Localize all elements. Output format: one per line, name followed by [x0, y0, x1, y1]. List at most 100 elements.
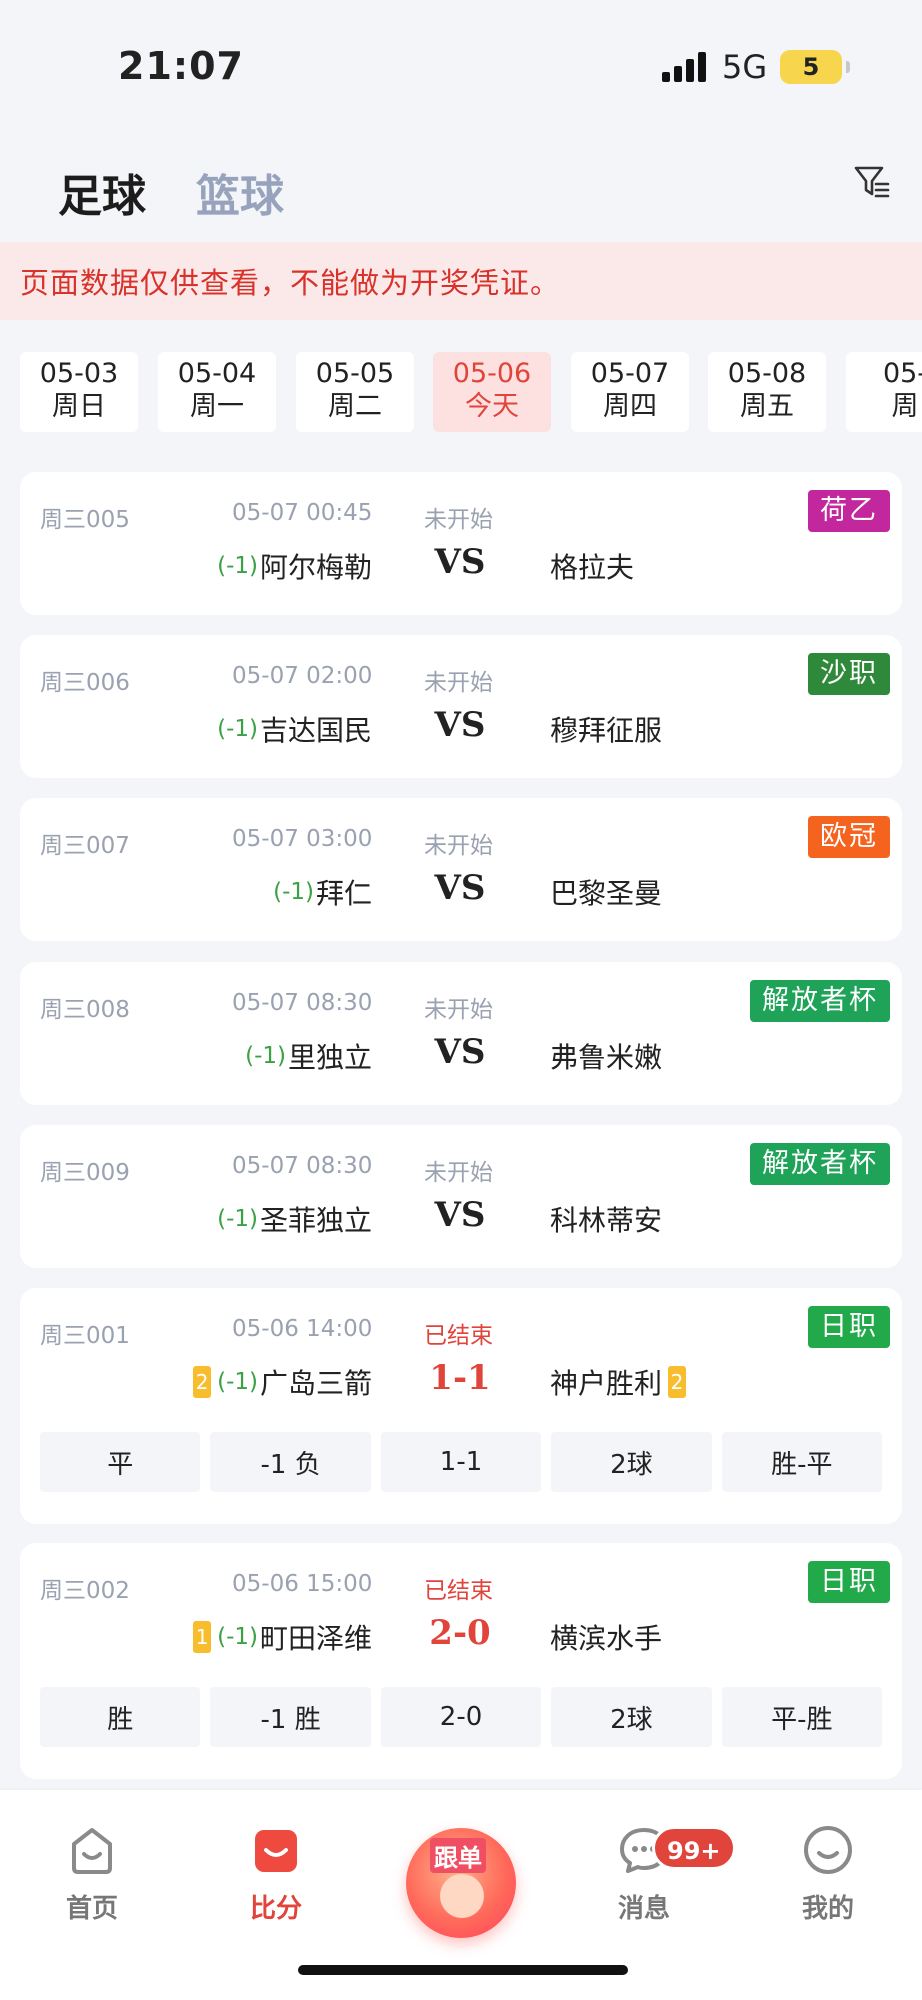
- result-cell: -1 负: [210, 1432, 371, 1492]
- match-code: 周三001: [40, 1323, 130, 1349]
- date-item[interactable]: 05-07 周四: [571, 352, 689, 432]
- weekday-label: 周五: [740, 391, 794, 422]
- home-team-name: 拜仁: [315, 877, 372, 910]
- nav-label: 消息: [617, 1894, 670, 1924]
- match-card[interactable]: 周三007 05-07 03:00 未开始 欧冠 (-1) 拜仁 VS 巴黎圣曼: [20, 798, 902, 941]
- handicap: (-1): [217, 1369, 258, 1395]
- result-cell: 平: [40, 1432, 201, 1492]
- match-time: 05-07 08:30: [232, 1153, 373, 1179]
- home-team: (-1) 阿尔梅勒: [217, 546, 372, 586]
- status-time: 21:07: [118, 44, 244, 88]
- nav-label: 首页: [65, 1894, 118, 1924]
- profile-icon: [804, 1826, 852, 1874]
- date-item[interactable]: 05-05 周二: [296, 352, 414, 432]
- tab-football[interactable]: 足球: [58, 160, 146, 224]
- away-team: 巴黎圣曼: [550, 872, 662, 912]
- home-team-name: 圣菲独立: [259, 1204, 372, 1237]
- result-cell: 2球: [551, 1432, 712, 1492]
- handicap: (-1): [245, 1043, 286, 1069]
- away-team: 弗鲁米嫩: [550, 1036, 662, 1076]
- status-bar: 21:07 5G 5: [0, 0, 922, 120]
- battery-icon: 5: [780, 50, 842, 84]
- match-card[interactable]: 周三002 05-06 15:00 已结束 日职 1 (-1) 町田泽维 2-0 横…: [20, 1543, 902, 1779]
- match-time: 05-06 15:00: [232, 1571, 373, 1597]
- home-team: (-1) 拜仁: [273, 872, 372, 912]
- handicap: (-1): [217, 1206, 258, 1232]
- tab-basketball[interactable]: 篮球: [196, 160, 284, 224]
- home-team: (-1) 里独立: [245, 1036, 372, 1076]
- match-code: 周三005: [40, 507, 130, 533]
- match-code: 周三009: [40, 1160, 130, 1186]
- date-item[interactable]: 05-04 周一: [158, 352, 276, 432]
- weekday-label: 周二: [328, 391, 382, 422]
- home-team: (-1) 吉达国民: [217, 709, 372, 749]
- nav-label: 比分: [249, 1894, 302, 1924]
- away-team: 穆拜征服: [550, 709, 662, 749]
- nav-label: 我的: [801, 1894, 854, 1924]
- match-card[interactable]: 周三006 05-07 02:00 未开始 沙职 (-1) 吉达国民 VS 穆拜征…: [20, 635, 902, 778]
- match-vs: VS: [434, 542, 486, 582]
- date-item[interactable]: 05-08 周五: [708, 352, 826, 432]
- result-cell: 胜: [40, 1687, 201, 1747]
- match-vs: VS: [434, 705, 486, 745]
- match-status: 未开始: [424, 833, 493, 859]
- weekday-label: 周一: [190, 391, 244, 422]
- date-label: 05-03: [39, 358, 119, 389]
- battery-cap: [846, 61, 850, 73]
- match-vs: VS: [434, 868, 486, 908]
- home-team: (-1) 圣菲独立: [217, 1199, 372, 1239]
- match-card[interactable]: 周三005 05-07 00:45 未开始 荷乙 (-1) 阿尔梅勒 VS 格拉夫: [20, 472, 902, 615]
- date-item[interactable]: 05-周: [846, 352, 922, 432]
- weekday-label: 周: [891, 391, 919, 422]
- filter-icon[interactable]: [852, 162, 892, 202]
- home-team: 2 (-1) 广岛三箭: [193, 1362, 372, 1402]
- date-label: 05-07: [590, 358, 670, 389]
- home-team-name: 吉达国民: [259, 714, 372, 747]
- away-team-name: 弗鲁米嫩: [550, 1041, 663, 1074]
- match-time: 05-07 00:45: [232, 500, 373, 526]
- league-badge: 解放者杯: [750, 980, 890, 1022]
- nav-score[interactable]: 比分: [216, 1822, 336, 1925]
- match-card[interactable]: 周三009 05-07 08:30 未开始 解放者杯 (-1) 圣菲独立 VS 科…: [20, 1125, 902, 1268]
- home-rank-badge: 2: [193, 1366, 212, 1398]
- match-vs: VS: [434, 1032, 486, 1072]
- follow-mascot-button[interactable]: 跟单: [406, 1828, 516, 1938]
- home-rank-badge: 1: [193, 1621, 212, 1653]
- date-label: 05-06: [452, 358, 532, 389]
- match-vs: VS: [434, 1195, 486, 1235]
- away-team: 横滨水手: [550, 1617, 662, 1657]
- date-item[interactable]: 05-03 周日: [20, 352, 138, 432]
- home-icon: [72, 1828, 112, 1874]
- match-time: 05-06 14:00: [232, 1316, 373, 1342]
- match-code: 周三002: [40, 1578, 130, 1604]
- league-badge: 荷乙: [808, 490, 890, 532]
- nav-home[interactable]: 首页: [32, 1822, 152, 1925]
- away-team-name: 神户胜利: [550, 1367, 663, 1400]
- sport-tabs-header: 足球 篮球: [0, 120, 922, 240]
- match-time: 05-07 08:30: [232, 990, 373, 1016]
- match-code: 周三007: [40, 833, 130, 859]
- away-team-name: 横滨水手: [550, 1622, 663, 1655]
- date-label: 05-08: [727, 358, 807, 389]
- result-cell: 2球: [551, 1687, 712, 1747]
- match-card[interactable]: 周三008 05-07 08:30 未开始 解放者杯 (-1) 里独立 VS 弗鲁…: [20, 962, 902, 1105]
- date-item-today[interactable]: 05-06 今天: [433, 352, 551, 432]
- match-status: 未开始: [424, 997, 493, 1023]
- home-team-name: 町田泽维: [259, 1622, 372, 1655]
- away-team: 科林蒂安: [550, 1199, 662, 1239]
- nav-profile[interactable]: 我的: [768, 1822, 888, 1925]
- league-badge: 日职: [808, 1306, 890, 1348]
- handicap: (-1): [217, 716, 258, 742]
- handicap: (-1): [273, 879, 314, 905]
- match-status: 已结束: [424, 1323, 493, 1349]
- handicap: (-1): [217, 1624, 258, 1650]
- match-card[interactable]: 周三001 05-06 14:00 已结束 日职 2 (-1) 广岛三箭 1-1 神…: [20, 1288, 902, 1524]
- match-status: 未开始: [424, 670, 493, 696]
- result-cell: 1-1: [380, 1432, 542, 1492]
- home-team-name: 里独立: [287, 1041, 372, 1074]
- home-team-name: 阿尔梅勒: [259, 551, 372, 584]
- match-score: 2-0: [429, 1613, 491, 1653]
- result-cell: 胜-平: [721, 1432, 883, 1492]
- date-label: 05-04: [177, 358, 257, 389]
- home-indicator: [298, 1965, 628, 1975]
